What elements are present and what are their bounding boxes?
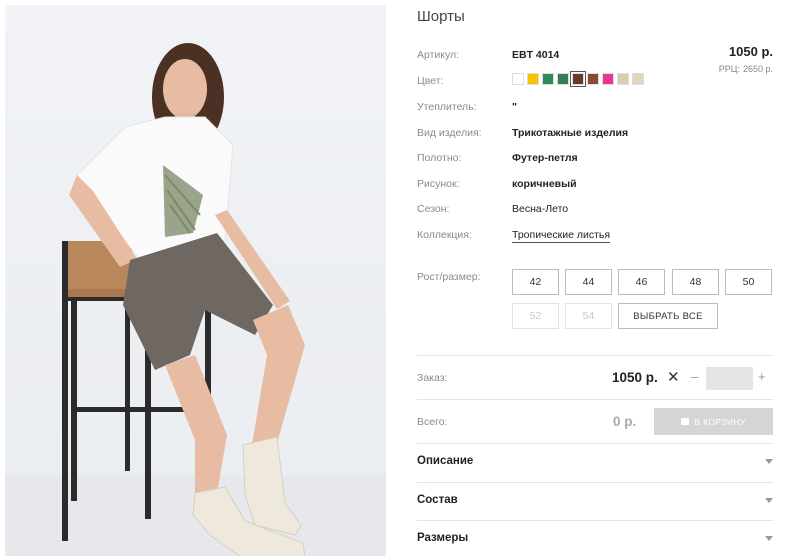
model-illustration <box>5 43 386 556</box>
attr-season: Сезон: Весна-Лето <box>417 201 773 219</box>
minus-icon[interactable]: – <box>691 369 698 384</box>
order-label: Заказ: <box>417 372 448 384</box>
color-swatch[interactable] <box>527 73 539 85</box>
size-option[interactable]: 42 <box>512 269 559 295</box>
attr-label: Сезон: <box>417 203 450 215</box>
attr-value: Весна-Лето <box>512 203 569 215</box>
size-option[interactable]: 48 <box>672 269 719 295</box>
attr-insulation: Утеплитель: " <box>417 99 773 117</box>
cart-icon <box>681 418 690 425</box>
accordion-composition[interactable]: Состав <box>417 490 773 514</box>
size-option[interactable]: 50 <box>725 269 772 295</box>
attr-product-type: Вид изделия: Трикотажные изделия <box>417 125 773 143</box>
accordion-sizes[interactable]: Размеры <box>417 528 773 552</box>
divider <box>417 482 773 483</box>
add-to-cart-button[interactable]: В КОРЗИНУ <box>654 408 773 435</box>
product-title: Шорты <box>417 8 465 25</box>
accordion-title: Состав <box>417 494 458 506</box>
attr-value: EBT 4014 <box>512 49 560 61</box>
attr-label: Полотно: <box>417 152 462 164</box>
product-photo <box>5 5 386 556</box>
sizes-label: Рост/размер: <box>417 271 481 283</box>
total-label: Всего: <box>417 416 448 428</box>
total-value: 0 р. <box>613 414 637 429</box>
color-swatch[interactable] <box>542 73 554 85</box>
color-swatch[interactable] <box>570 71 586 87</box>
plus-icon[interactable]: + <box>758 369 766 384</box>
accordion-title: Размеры <box>417 532 469 544</box>
attr-label: Рисунок: <box>417 178 460 190</box>
attr-value: коричневый <box>512 178 577 190</box>
color-swatch[interactable] <box>557 73 569 85</box>
attr-label: Коллекция: <box>417 229 472 241</box>
size-option-disabled: 52 <box>512 303 559 329</box>
collection-link[interactable]: Тропические листья <box>512 229 611 243</box>
size-option[interactable]: 46 <box>618 269 665 295</box>
color-swatch[interactable] <box>587 73 599 85</box>
divider <box>417 399 773 400</box>
order-price: 1050 р. <box>612 370 658 385</box>
attr-value: Футер-петля <box>512 152 578 164</box>
attr-value: Трикотажные изделия <box>512 127 629 139</box>
select-all-button[interactable]: ВЫБРАТЬ ВСЕ <box>618 303 718 329</box>
accordion-title: Описание <box>417 455 474 467</box>
size-option[interactable]: 44 <box>565 269 612 295</box>
color-swatches <box>512 71 644 87</box>
attr-article: Артикул: EBT 4014 <box>417 47 773 65</box>
attr-color: Цвет: <box>417 71 773 91</box>
attr-collection: Коллекция: Тропические листья <box>417 227 773 245</box>
divider <box>417 520 773 521</box>
add-to-cart-label: В КОРЗИНУ <box>694 416 746 427</box>
chevron-down-icon <box>765 536 773 541</box>
chevron-down-icon <box>765 459 773 464</box>
color-swatch[interactable] <box>617 73 629 85</box>
size-option-disabled: 54 <box>565 303 612 329</box>
divider <box>417 443 773 444</box>
chevron-down-icon <box>765 498 773 503</box>
product-info: Шорты 1050 р. РРЦ: 2650 р. Артикул: EBT 4… <box>417 0 773 556</box>
color-swatch[interactable] <box>632 73 644 85</box>
attr-value: " <box>512 101 517 113</box>
quantity-input[interactable] <box>706 367 753 390</box>
color-swatch[interactable] <box>602 73 614 85</box>
divider <box>417 355 773 356</box>
attr-pattern: Рисунок: коричневый <box>417 176 773 194</box>
accordion-description[interactable]: Описание <box>417 451 773 475</box>
close-icon[interactable]: ✕ <box>667 368 680 386</box>
color-swatch[interactable] <box>512 73 524 85</box>
attr-label: Артикул: <box>417 49 460 61</box>
attr-label: Утеплитель: <box>417 101 477 113</box>
attr-label: Вид изделия: <box>417 127 482 139</box>
attr-fabric: Полотно: Футер-петля <box>417 150 773 168</box>
attr-label: Цвет: <box>417 75 444 87</box>
